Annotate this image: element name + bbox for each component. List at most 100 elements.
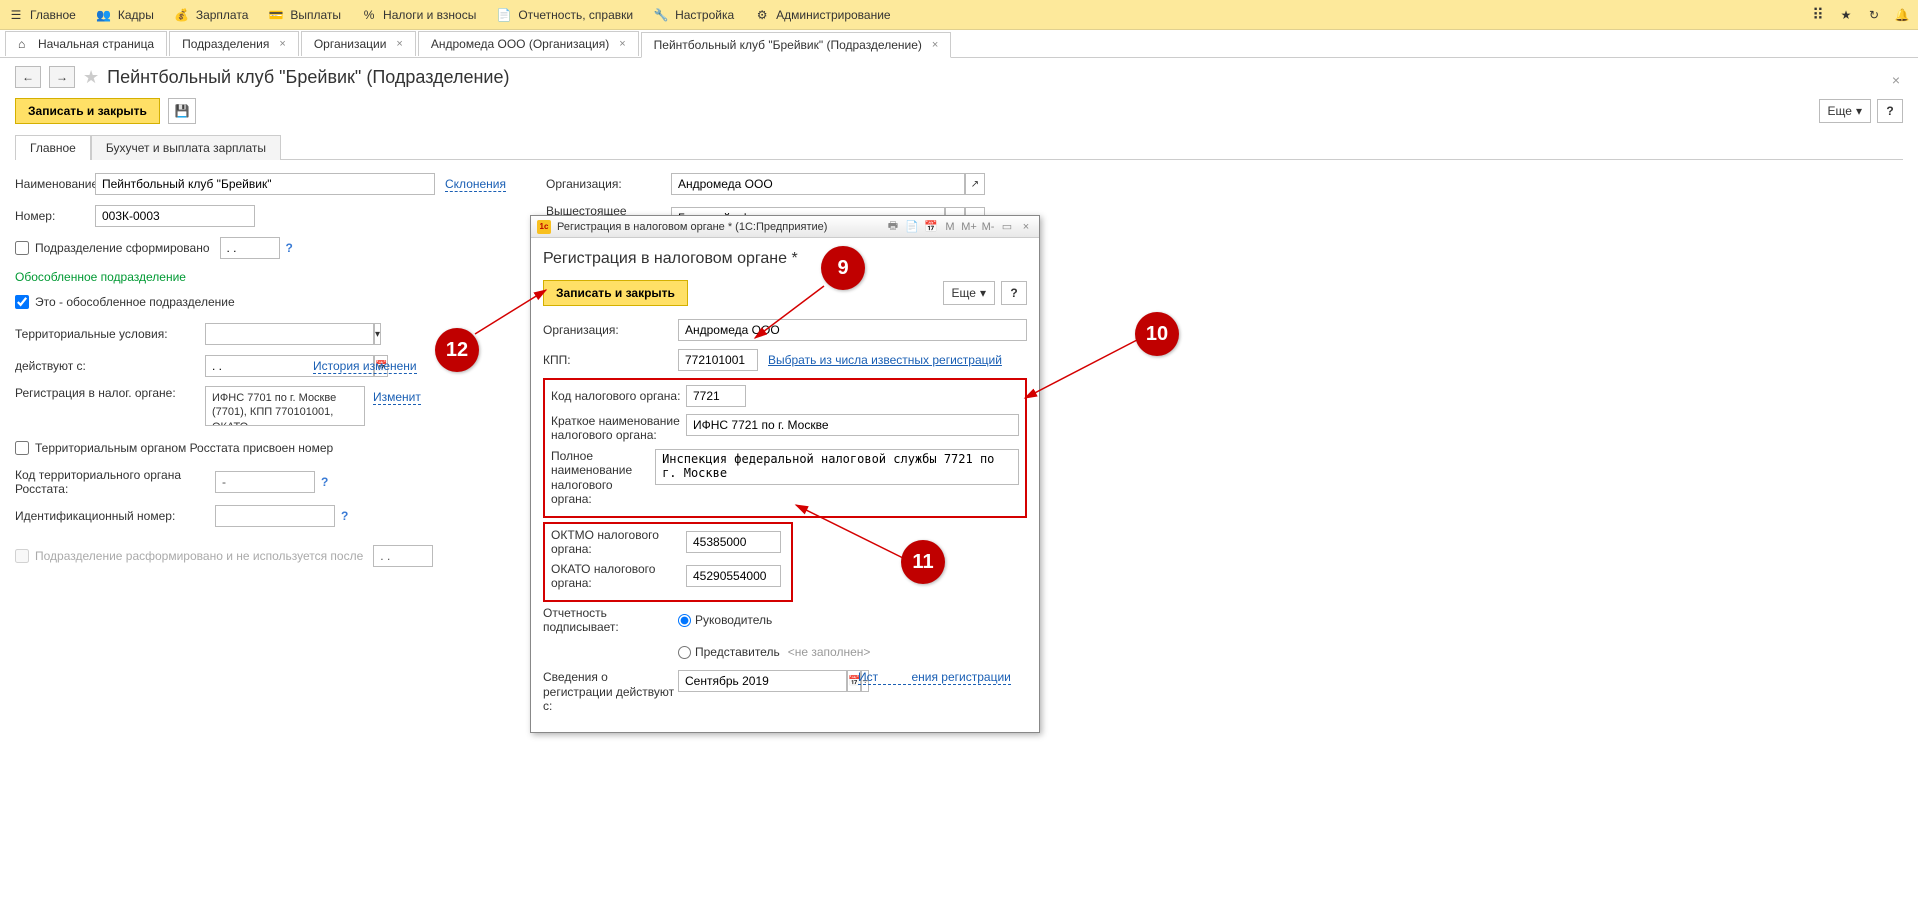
valid-label: Сведения о регистрации действуют с:	[543, 670, 678, 713]
id-num-label: Идентификационный номер:	[15, 509, 215, 523]
valid-input[interactable]	[678, 670, 847, 692]
document-tabs: ⌂Начальная страница Подразделения× Орган…	[0, 30, 1918, 58]
rosstat-code-label: Код территориального органа Росстата:	[15, 468, 215, 496]
close-icon[interactable]: ×	[932, 39, 938, 51]
is-separate-label: Это - обособленное подразделение	[35, 295, 235, 309]
doc-icon: 📄	[496, 7, 512, 23]
modal-org-input[interactable]	[678, 319, 1027, 341]
okato-input[interactable]	[686, 565, 781, 587]
radio-head[interactable]	[678, 614, 691, 627]
percent-icon: %	[361, 7, 377, 23]
radio-rep-label: Представитель	[695, 645, 780, 659]
modal-save-close-button[interactable]: Записать и закрыть	[543, 280, 688, 306]
money-icon: 💰	[174, 7, 190, 23]
number-input[interactable]	[95, 205, 255, 227]
history-link[interactable]: История изменени	[313, 359, 417, 374]
close-icon[interactable]: ×	[279, 38, 285, 50]
history-link-modal[interactable]: Ист ения регистрации	[858, 670, 1011, 685]
close-icon[interactable]: ×	[1019, 220, 1033, 234]
radio-head-label: Руководитель	[695, 613, 772, 627]
menu-settings[interactable]: 🔧Настройка	[653, 7, 734, 23]
kpp-input[interactable]	[678, 349, 758, 371]
tab-paintball[interactable]: Пейнтбольный клуб "Брейвик" (Подразделен…	[641, 32, 952, 58]
menu-reports[interactable]: 📄Отчетность, справки	[496, 7, 633, 23]
kpp-link[interactable]: Выбрать из числа известных регистраций	[768, 353, 1002, 367]
change-link[interactable]: Изменит	[373, 390, 421, 405]
save-close-button[interactable]: Записать и закрыть	[15, 98, 160, 124]
people-icon: 👥	[96, 7, 112, 23]
modal-more-button[interactable]: Еще▾	[943, 281, 995, 305]
marker-11: 11	[901, 540, 945, 584]
short-label: Краткое наименование налогового органа:	[551, 414, 686, 443]
subtab-main[interactable]: Главное	[15, 135, 91, 160]
save-icon: 💾	[174, 104, 189, 118]
help-icon[interactable]: ?	[341, 509, 348, 523]
print-icon[interactable]: 🖶	[886, 220, 900, 234]
m-icon: M	[943, 220, 957, 234]
subtab-accounting[interactable]: Бухучет и выплата зарплаты	[91, 135, 281, 160]
terr-dropdown[interactable]: ▾	[374, 323, 381, 345]
close-icon[interactable]: ×	[396, 38, 402, 50]
tab-departments[interactable]: Подразделения×	[169, 31, 299, 56]
oktmo-label: ОКТМО налогового органа:	[551, 528, 686, 556]
disbanded-checkbox	[15, 549, 29, 563]
menu-salary[interactable]: 💰Зарплата	[174, 7, 249, 23]
menu-taxes[interactable]: %Налоги и взносы	[361, 7, 476, 23]
declensions-link[interactable]: Склонения	[445, 177, 506, 192]
is-separate-checkbox[interactable]	[15, 295, 29, 309]
formed-date-input[interactable]	[220, 237, 280, 259]
forward-button[interactable]: →	[49, 66, 75, 88]
code-label: Код налогового органа:	[551, 389, 686, 403]
back-button[interactable]: ←	[15, 66, 41, 88]
star-icon[interactable]: ★	[1838, 7, 1854, 23]
menu-icon: ☰	[8, 7, 24, 23]
tab-orgs[interactable]: Организации×	[301, 31, 416, 56]
minimize-icon[interactable]: ▭	[1000, 220, 1014, 234]
rosstat-checkbox[interactable]	[15, 441, 29, 455]
bell-icon[interactable]: 🔔	[1894, 7, 1910, 23]
close-icon[interactable]: ×	[619, 38, 625, 50]
terr-input[interactable]	[205, 323, 374, 345]
page-close-icon[interactable]: ×	[1892, 72, 1900, 88]
menu-admin[interactable]: ⚙Администрирование	[754, 7, 890, 23]
apps-icon[interactable]: ⠿	[1810, 7, 1826, 23]
save-icon[interactable]: 📄	[905, 220, 919, 234]
number-label: Номер:	[15, 209, 95, 223]
modal-title: Регистрация в налоговом органе *	[543, 250, 1027, 268]
formed-checkbox[interactable]	[15, 241, 29, 255]
gear-icon: ⚙	[754, 7, 770, 23]
code-input[interactable]	[686, 385, 746, 407]
marker-12: 12	[435, 328, 479, 372]
name-label: Наименование:	[15, 177, 95, 191]
mminus-icon: M-	[981, 220, 995, 234]
menu-hr[interactable]: 👥Кадры	[96, 7, 154, 23]
tab-home[interactable]: ⌂Начальная страница	[5, 31, 167, 56]
name-input[interactable]	[95, 173, 435, 195]
id-num-input	[215, 505, 335, 527]
calc-icon[interactable]: 📅	[924, 220, 938, 234]
tab-andromeda[interactable]: Андромеда ООО (Организация)×	[418, 31, 639, 56]
full-input[interactable]	[655, 449, 1019, 485]
oktmo-input[interactable]	[686, 531, 781, 553]
top-menu: ☰Главное 👥Кадры 💰Зарплата 💳Выплаты %Нало…	[0, 0, 1918, 30]
redbox-11: ОКТМО налогового органа: ОКАТО налоговог…	[543, 522, 793, 602]
org-open-icon[interactable]: ↗	[965, 173, 985, 195]
more-button[interactable]: Еще▾	[1819, 99, 1871, 123]
kpp-label: КПП:	[543, 353, 678, 367]
history-icon[interactable]: ↻	[1866, 7, 1882, 23]
save-button[interactable]: 💾	[168, 98, 196, 124]
modal-help-button[interactable]: ?	[1001, 281, 1027, 305]
rep-empty: <не заполнен>	[788, 645, 871, 659]
menu-main[interactable]: ☰Главное	[8, 7, 76, 23]
short-input[interactable]	[686, 414, 1019, 436]
menu-payments[interactable]: 💳Выплаты	[268, 7, 341, 23]
full-label: Полное наименование налогового органа:	[551, 449, 655, 507]
favorite-star-icon[interactable]: ★	[83, 67, 99, 88]
org-input[interactable]	[671, 173, 965, 195]
app-icon: 1c	[537, 220, 551, 234]
help-button[interactable]: ?	[1877, 99, 1903, 123]
help-icon[interactable]: ?	[321, 475, 328, 489]
help-icon[interactable]: ?	[286, 241, 293, 255]
radio-rep[interactable]	[678, 646, 691, 659]
modal-org-label: Организация:	[543, 323, 678, 337]
